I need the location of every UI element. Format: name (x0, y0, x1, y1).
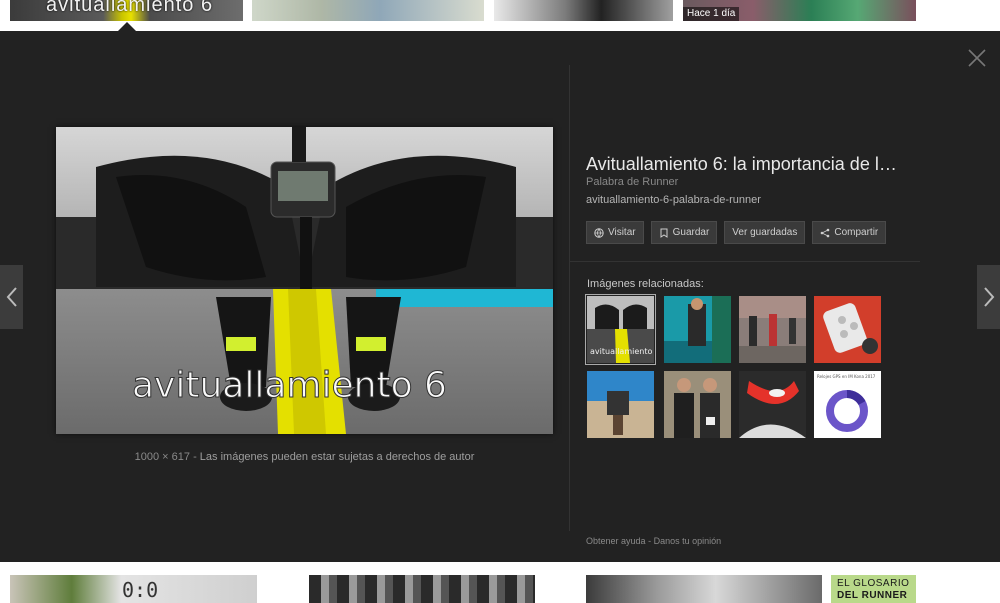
related-image-8[interactable]: Relojes GPS en IM Kona 2017 (814, 371, 881, 438)
viewer-footer: Obtener ayuda - Danos tu opinión (586, 536, 721, 546)
result-thumbnail[interactable] (309, 575, 535, 603)
image-caption: 1000 × 617 - Las imágenes pueden estar s… (56, 451, 553, 463)
related-image-7[interactable] (739, 371, 806, 438)
related-image-1[interactable]: avituallamiento (585, 294, 656, 365)
globe-icon (594, 227, 604, 238)
share-label: Compartir (834, 227, 879, 238)
copyright-notice: Las imágenes pueden estar sujetas a dere… (199, 451, 475, 463)
related-image-7-graphic (739, 371, 806, 438)
close-button[interactable] (966, 47, 988, 69)
action-buttons: Visitar Guardar Ver guardadas Compartir (586, 221, 916, 244)
related-image-3[interactable] (739, 296, 806, 363)
thumbnail-text-line1: EL GLOSARIO (837, 578, 910, 589)
image-url[interactable]: avituallamiento-6-palabra-de-runner (586, 194, 916, 206)
section-divider (570, 261, 920, 262)
image-info: Avituallamiento 6: la importancia de l… … (586, 153, 916, 244)
help-link[interactable]: Obtener ayuda (586, 536, 646, 546)
image-dimensions: 1000 × 617 (134, 451, 190, 463)
close-icon (968, 49, 986, 67)
related-image-4-graphic (814, 296, 881, 363)
related-image-6[interactable] (664, 371, 731, 438)
panel-divider (569, 65, 570, 531)
chevron-right-icon (983, 287, 994, 307)
next-image-button[interactable] (977, 265, 1000, 329)
image-title[interactable]: Avituallamiento 6: la importancia de l… (586, 153, 916, 175)
save-label: Guardar (672, 227, 710, 238)
result-thumbnail[interactable]: EL GLOSARIO DEL RUNNER (831, 575, 916, 603)
related-image-8-graphic: Relojes GPS en IM Kona 2017 (814, 371, 881, 438)
save-button[interactable]: Guardar (650, 221, 718, 244)
image-source[interactable]: Palabra de Runner (586, 176, 916, 188)
visit-button[interactable]: Visitar (586, 221, 644, 244)
related-image-6-graphic (664, 371, 731, 438)
related-image-4[interactable] (814, 296, 881, 363)
share-icon (821, 228, 830, 237)
related-image-5-graphic (587, 371, 654, 438)
related-image-2[interactable] (664, 296, 731, 363)
visit-label: Visitar (608, 227, 636, 238)
related-image-8-text: Relojes GPS en IM Kona 2017 (817, 374, 876, 379)
feedback-link[interactable]: Danos tu opinión (654, 536, 722, 546)
thumbnail-text-line2: DEL RUNNER (837, 590, 908, 601)
preview-overlay-text: avituallamiento 6 (132, 365, 447, 406)
result-thumbnail[interactable] (586, 575, 822, 603)
selection-pointer (118, 22, 136, 31)
preview-image-graphic: avituallamiento 6 (56, 127, 553, 434)
result-thumbnail[interactable] (252, 0, 484, 21)
related-image-5[interactable] (587, 371, 654, 438)
result-thumbnail[interactable]: Hace 1 día (683, 0, 916, 21)
thumbnail-overlay-text: avituallamiento 6 (46, 0, 214, 16)
thumbnail-clock-text: 0:0 (122, 578, 159, 602)
results-row-bottom: 0:0 EL GLOSARIO DEL RUNNER (0, 562, 1000, 603)
related-images-heading: Imágenes relacionadas: (587, 278, 704, 290)
result-thumbnail[interactable]: 0:0 (10, 575, 257, 603)
view-saved-label: Ver guardadas (732, 227, 798, 238)
previous-image-button[interactable] (0, 265, 23, 329)
related-image-2-graphic (664, 296, 731, 363)
result-thumbnail-selected[interactable]: avituallamiento 6 (10, 0, 243, 21)
time-badge: Hace 1 día (683, 7, 740, 21)
image-viewer-panel: avituallamiento 6 1000 × 617 - Las imáge… (0, 31, 1000, 562)
bookmark-icon (660, 228, 668, 238)
preview-image[interactable]: avituallamiento 6 (56, 127, 553, 434)
share-button[interactable]: Compartir (812, 221, 887, 244)
results-row-top: avituallamiento 6 Hace 1 día (0, 0, 1000, 31)
related-image-1-graphic: avituallamiento (587, 296, 654, 363)
caption-separator: - (193, 451, 197, 463)
result-thumbnail[interactable] (494, 0, 673, 21)
view-saved-button[interactable]: Ver guardadas (724, 221, 806, 244)
related-image-3-graphic (739, 296, 806, 363)
chevron-left-icon (6, 287, 17, 307)
related-image-1-text: avituallamiento (590, 347, 652, 356)
footer-separator: - (648, 536, 652, 546)
